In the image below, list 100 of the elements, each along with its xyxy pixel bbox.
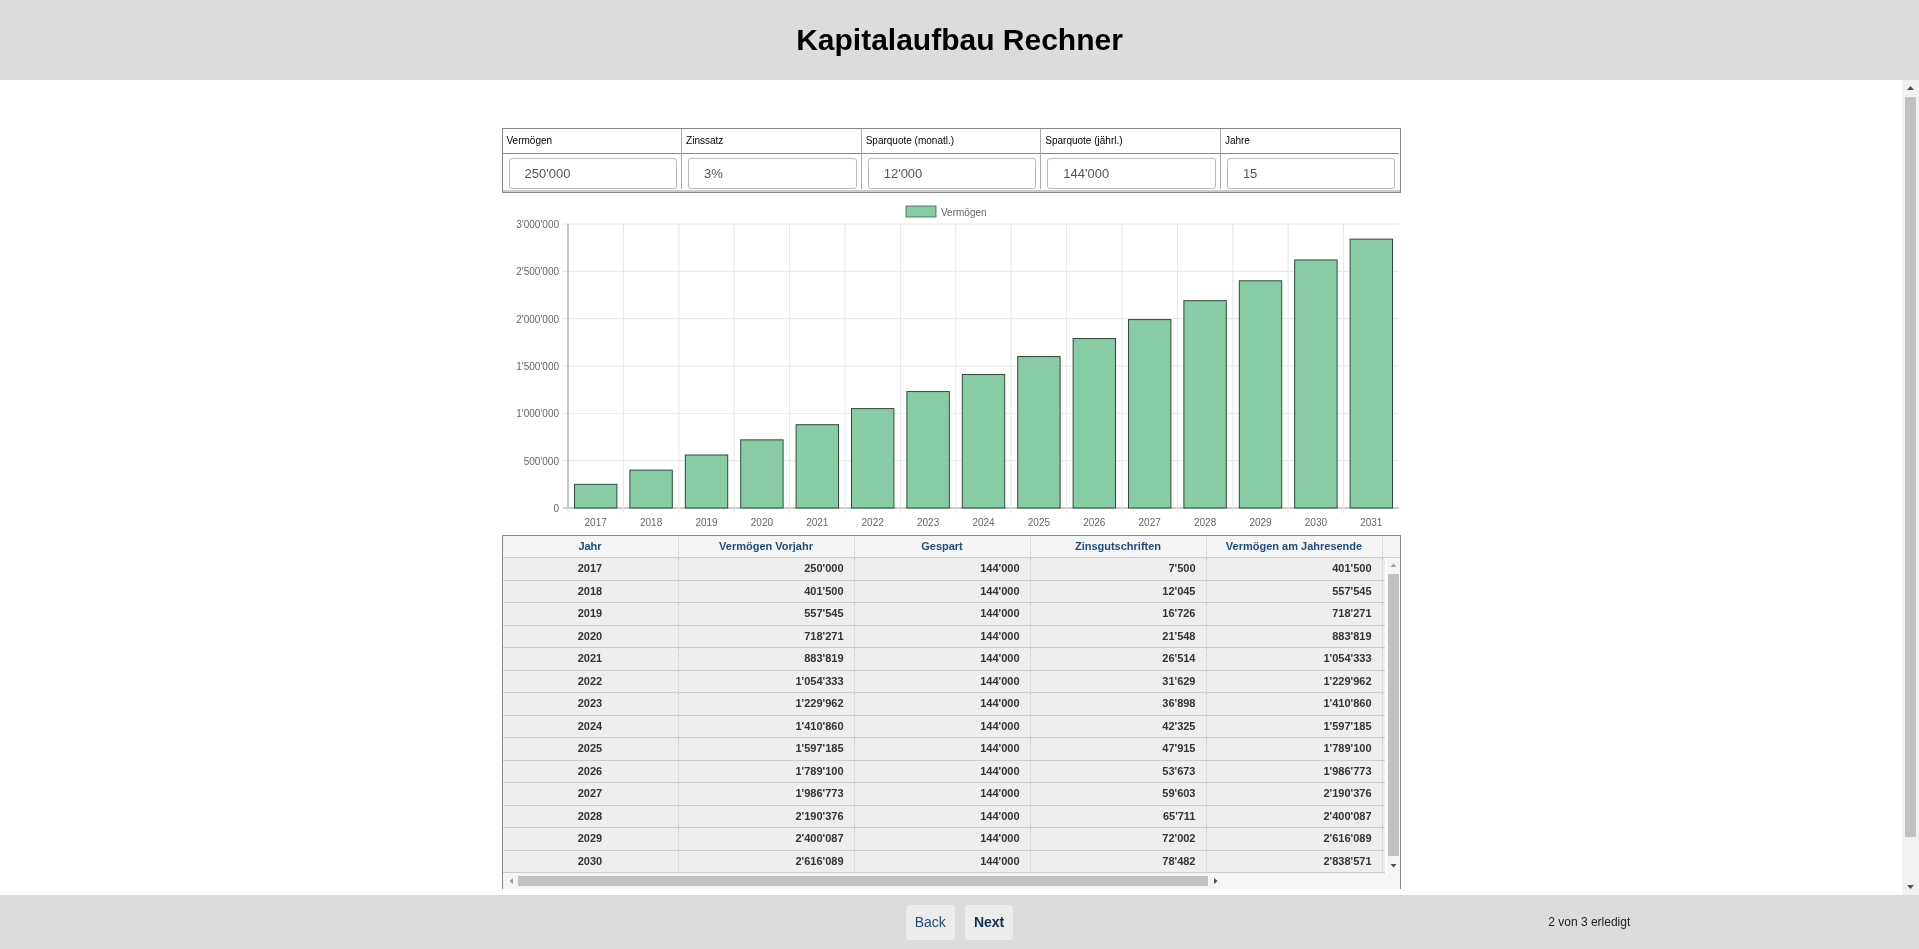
table-cell: 7'500 — [1030, 558, 1207, 580]
table-cell: 144'000 — [854, 603, 1031, 625]
axis-label: 0 — [552, 503, 559, 514]
field-label: Sparquote (monatl.) — [861, 129, 1041, 154]
field-label: Jahre — [1220, 129, 1400, 154]
table-cell: 144'000 — [854, 625, 1031, 647]
axis-label: 2031 — [1359, 517, 1382, 528]
axis-label: 1'000'000 — [515, 408, 559, 420]
table-cell: 21'548 — [1030, 625, 1207, 647]
axis-label: 3'000'000 — [515, 219, 559, 230]
table-cell: 2'400'087 — [1206, 805, 1383, 827]
table-cell: 2'616'089 — [678, 850, 855, 872]
table-cell: 1'410'860 — [678, 715, 855, 737]
table-cell: 1'986'773 — [1206, 760, 1383, 782]
table-cell: 1'229'962 — [1206, 670, 1383, 692]
field-label: Sparquote (jährl.) — [1041, 129, 1220, 154]
table-cell: 401'500 — [678, 580, 855, 602]
table-cell: 144'000 — [854, 580, 1031, 602]
table-cell: 2018 — [502, 580, 679, 602]
scrollbar[interactable] — [1902, 80, 1919, 895]
legend-label: Vermögen — [940, 207, 987, 218]
table-cell: 26'514 — [1030, 648, 1207, 670]
axis-label: 2028 — [1193, 517, 1216, 528]
page-title: Kapitalaufbau Rechner — [796, 23, 1123, 57]
table-cell: 144'000 — [854, 760, 1031, 782]
progress-status: 2 von 3 erledigt — [1548, 915, 1632, 929]
table-cell: 2026 — [502, 760, 679, 782]
column-header[interactable]: Vermögen Vorjahr — [678, 536, 855, 557]
table-cell: 59'603 — [1030, 783, 1207, 805]
table-cell: 144'000 — [854, 715, 1031, 737]
column-header[interactable]: Vermögen am Jahresende — [1206, 536, 1383, 557]
axis-label: 2'000'000 — [515, 313, 559, 325]
table-cell: 144'000 — [854, 558, 1031, 580]
table-cell: 144'000 — [854, 805, 1031, 827]
input-field[interactable]: 12'000 — [867, 158, 1037, 189]
table-cell: 78'482 — [1030, 850, 1207, 872]
table-cell: 2028 — [502, 805, 679, 827]
axis-label: 2021 — [805, 517, 828, 528]
table-cell: 36'898 — [1030, 693, 1207, 715]
axis-label: 2022 — [861, 517, 884, 528]
table-cell: 2029 — [502, 828, 679, 850]
table-cell: 1'229'962 — [678, 693, 855, 715]
table-cell: 2024 — [502, 715, 679, 737]
scrollbar[interactable] — [502, 873, 1400, 889]
table-cell: 2'400'087 — [678, 828, 855, 850]
table-cell: 144'000 — [854, 738, 1031, 760]
table-cell: 12'045 — [1030, 580, 1207, 602]
table-cell: 144'000 — [854, 828, 1031, 850]
table-cell: 2023 — [502, 693, 679, 715]
axis-label: 2025 — [1027, 517, 1050, 528]
axis-label: 500'000 — [523, 455, 559, 467]
axis-label: 2030 — [1304, 517, 1327, 528]
table-cell: 2'190'376 — [678, 805, 855, 827]
table-cell: 16'726 — [1030, 603, 1207, 625]
nav-button[interactable]: Next — [964, 904, 1014, 940]
table-cell: 401'500 — [1206, 558, 1383, 580]
table-cell: 144'000 — [854, 850, 1031, 872]
legend-swatch — [905, 205, 936, 218]
table-cell: 718'271 — [1206, 603, 1383, 625]
nav-button[interactable]: Back — [905, 904, 955, 940]
axis-label: 2026 — [1082, 517, 1105, 528]
axis-label: 2017 — [584, 517, 607, 528]
table-cell: 144'000 — [854, 693, 1031, 715]
axis-label: 2024 — [971, 517, 995, 528]
bar — [684, 454, 728, 509]
table-cell: 144'000 — [854, 783, 1031, 805]
table-cell: 2'616'089 — [1206, 828, 1383, 850]
table-cell: 718'271 — [678, 625, 855, 647]
column-header[interactable]: Jahr — [502, 536, 679, 557]
table-cell: 1'410'860 — [1206, 693, 1383, 715]
table-cell: 53'673 — [1030, 760, 1207, 782]
table-cell: 1'597'185 — [678, 738, 855, 760]
field-label: Vermögen — [502, 129, 682, 154]
table-cell: 47'915 — [1030, 738, 1207, 760]
table-cell: 1'054'333 — [1206, 648, 1383, 670]
table-cell: 2025 — [502, 738, 679, 760]
table-cell: 883'819 — [678, 648, 855, 670]
table-cell: 31'629 — [1030, 670, 1207, 692]
bar — [573, 483, 617, 509]
table-cell: 42'325 — [1030, 715, 1207, 737]
table-cell: 250'000 — [678, 558, 855, 580]
table-cell: 1'597'185 — [1206, 715, 1383, 737]
table-cell: 2027 — [502, 783, 679, 805]
scrollbar[interactable] — [1386, 558, 1400, 873]
axis-label: 1'500'000 — [515, 361, 559, 372]
table-cell: 144'000 — [854, 670, 1031, 692]
input-field[interactable]: 3% — [688, 158, 857, 189]
input-field[interactable]: 15 — [1226, 158, 1396, 189]
table-cell: 557'545 — [678, 603, 855, 625]
bar — [739, 439, 784, 509]
table-cell: 1'789'100 — [678, 760, 855, 782]
input-field[interactable]: 144'000 — [1047, 158, 1216, 189]
bar — [628, 469, 673, 509]
axis-label: 2027 — [1138, 517, 1161, 528]
table-cell: 1'789'100 — [1206, 738, 1383, 760]
table-cell: 557'545 — [1206, 580, 1383, 602]
column-header[interactable]: Zinsgutschriften — [1030, 536, 1207, 557]
axis-label: 2'500'000 — [515, 266, 559, 278]
column-header[interactable]: Gespart — [854, 536, 1031, 557]
input-field[interactable]: 250'000 — [508, 158, 678, 189]
